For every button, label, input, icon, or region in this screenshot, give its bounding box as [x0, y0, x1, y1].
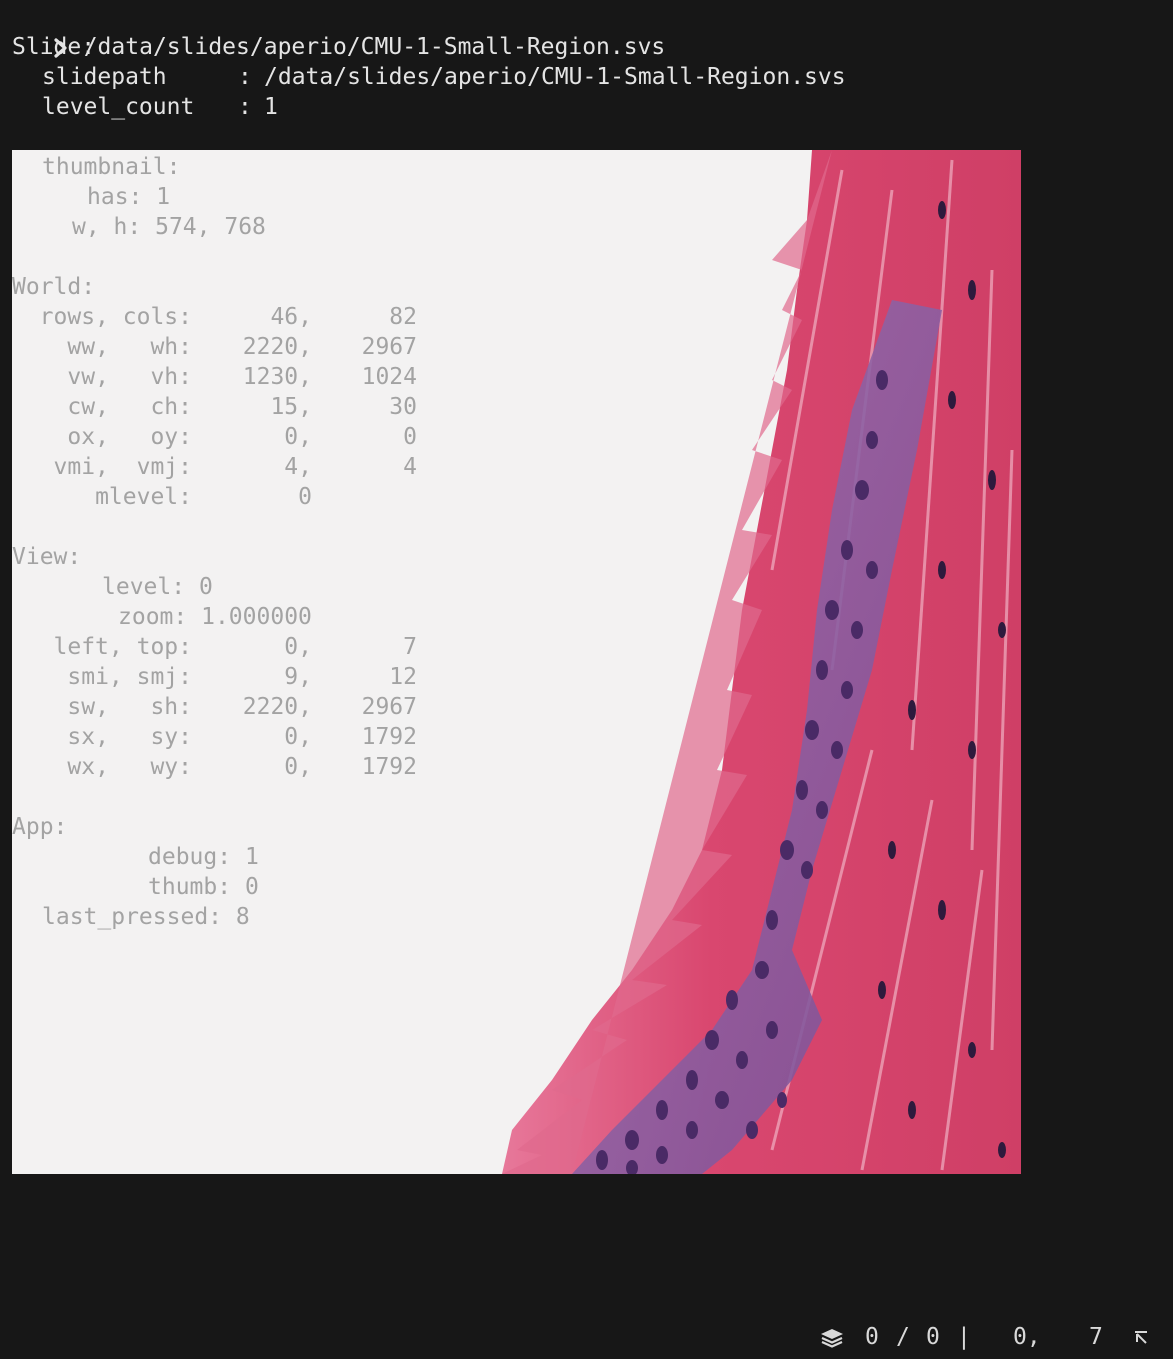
app-thumb-value: 0	[244, 874, 259, 900]
app-thumb-label: thumb:	[148, 874, 232, 900]
view-heading: View:	[12, 544, 82, 570]
view-label: left, top:	[53, 634, 192, 660]
thumbnail-has-row: has: 1	[87, 182, 170, 212]
level-count-value: 1	[264, 94, 278, 120]
world-label: cw, ch:	[67, 394, 192, 420]
position-y: 7	[1089, 1324, 1103, 1350]
view-label: smi, smj:	[67, 664, 192, 690]
view-level-value: 0	[198, 574, 213, 600]
world-label: vmi, vmj:	[53, 454, 192, 480]
view-label: wx, wy:	[67, 754, 192, 780]
prompt-line: /data/slides/aperio/CMU-1-Small-Region.s…	[22, 2, 665, 60]
slide-heading: Slide:	[12, 34, 96, 60]
arrow-up-left-icon[interactable]	[1133, 1330, 1149, 1346]
view-zoom-label: zoom:	[118, 604, 188, 630]
world-label: mlevel:	[95, 484, 192, 510]
slidepath-value: /data/slides/aperio/CMU-1-Small-Region.s…	[264, 64, 846, 90]
world-value-a: 46,	[270, 304, 312, 330]
world-value-b: 1024	[361, 364, 417, 390]
thumbnail-has-label: has:	[87, 184, 143, 210]
app-last-pressed-label: last_pressed:	[42, 904, 223, 930]
world-value-a: 1230,	[242, 364, 312, 390]
view-label: sw, sh:	[67, 694, 192, 720]
world-value-a: 0,	[284, 424, 312, 450]
view-value-b: 1792	[361, 724, 417, 750]
command-text: /data/slides/aperio/CMU-1-Small-Region.s…	[83, 34, 666, 60]
view-level-label: level:	[102, 574, 186, 600]
level-count-row: level_count:1	[12, 92, 278, 122]
thumbnail-has-value: 1	[156, 184, 171, 210]
view-value-a: 0,	[284, 724, 312, 750]
view-value-a: 9,	[284, 664, 312, 690]
view-label: sx, sy:	[67, 724, 192, 750]
level-total: 0	[926, 1324, 940, 1350]
level-current: 0	[865, 1324, 879, 1350]
view-zoom-value: 1.000000	[201, 604, 312, 630]
world-label: vw, vh:	[67, 364, 192, 390]
status-bar: 0 / 0 | 0, 7	[813, 1322, 1173, 1352]
status-divider: |	[957, 1324, 971, 1350]
view-value-b: 7	[403, 634, 417, 660]
position-x: 0,	[1013, 1324, 1041, 1350]
level-separator: /	[896, 1324, 910, 1350]
view-value-b: 1792	[361, 754, 417, 780]
level-count-separator: :	[238, 94, 252, 120]
view-value-b: 2967	[361, 694, 417, 720]
thumbnail-wh-label: w, h:	[72, 214, 142, 240]
thumbnail-wh-value: 574, 768	[155, 214, 266, 240]
app-debug-label: debug:	[148, 844, 232, 870]
view-value-a: 0,	[284, 634, 312, 660]
app-last-pressed-value: 8	[235, 904, 250, 930]
thumbnail-heading: thumbnail:	[42, 154, 181, 180]
level-count-key: level_count	[42, 94, 195, 120]
world-label: rows, cols:	[39, 304, 192, 330]
view-value-a: 2220,	[242, 694, 312, 720]
slidepath-separator: :	[238, 64, 252, 90]
app-last-pressed-row: last_pressed: 8	[42, 902, 250, 932]
world-value-a: 0	[298, 484, 312, 510]
thumbnail-wh-row: w, h: 574, 768	[72, 212, 266, 242]
world-value-b: 2967	[361, 334, 417, 360]
view-value-b: 12	[389, 664, 417, 690]
view-value-a: 0,	[284, 754, 312, 780]
world-label: ox, oy:	[67, 424, 192, 450]
view-zoom-row: zoom: 1.000000	[118, 602, 312, 632]
world-value-b: 4	[403, 454, 417, 480]
world-value-b	[322, 482, 417, 512]
world-value-a: 2220,	[242, 334, 312, 360]
app-thumb-row: thumb: 0	[148, 872, 259, 902]
layers-icon	[821, 1329, 843, 1348]
world-heading: World:	[12, 274, 96, 300]
slide-viewport[interactable]: thumbnail: has: 1 w, h: 574, 768 World: …	[12, 150, 1021, 1174]
world-value-b: 30	[389, 394, 417, 420]
slidepath-row: slidepath: /data/slides/aperio/CMU-1-Smal…	[12, 62, 846, 92]
world-label: ww, wh:	[67, 334, 192, 360]
world-value-a: 4,	[284, 454, 312, 480]
app-heading: App:	[12, 814, 68, 840]
world-value-b: 82	[389, 304, 417, 330]
app-debug-row: debug: 1	[148, 842, 259, 872]
slidepath-key: slidepath	[42, 64, 167, 90]
world-value-a: 15,	[270, 394, 312, 420]
app-debug-value: 1	[244, 844, 259, 870]
view-level-row: level: 0	[102, 572, 213, 602]
world-value-b: 0	[403, 424, 417, 450]
